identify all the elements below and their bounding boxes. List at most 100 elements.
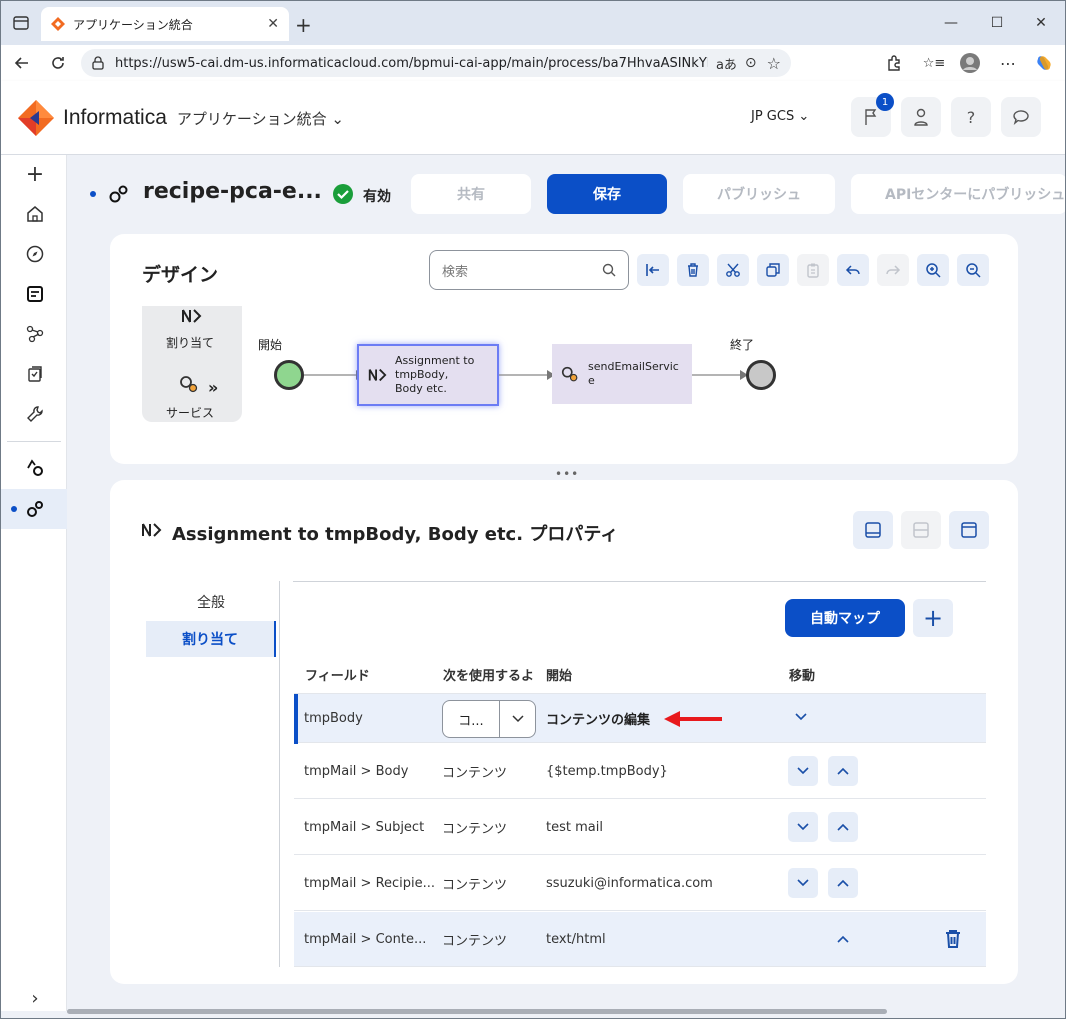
start-event[interactable] — [274, 360, 304, 390]
row-value[interactable]: text/html — [546, 912, 766, 966]
zoom-in-button[interactable] — [917, 254, 949, 286]
table-row[interactable]: tmpMail > Subject コンテンツ test mail — [294, 800, 986, 855]
move-up-button[interactable] — [828, 756, 858, 786]
assignment-step-icon — [367, 365, 387, 385]
new-tab-icon[interactable]: + — [295, 13, 312, 37]
use-select-value: コ... — [458, 713, 484, 729]
end-label: 終了 — [730, 338, 755, 352]
profile-avatar[interactable] — [957, 51, 983, 75]
undo-button[interactable] — [837, 254, 869, 286]
app-switcher[interactable]: アプリケーション統合 ⌄ — [177, 108, 344, 129]
automap-button[interactable]: 自動マップ — [785, 599, 905, 637]
dock-bottom-button[interactable] — [853, 511, 893, 549]
address-bar[interactable]: https://usw5-cai.dm-us.informaticacloud.… — [81, 49, 791, 77]
move-up-icon[interactable] — [836, 934, 850, 944]
copilot-icon[interactable] — [1031, 51, 1057, 75]
tab-assignment[interactable]: 割り当て — [146, 621, 276, 657]
refresh-icon[interactable] — [45, 51, 71, 75]
cut-button[interactable] — [717, 254, 749, 286]
explore-compass-icon[interactable] — [15, 237, 55, 271]
expand-palette-icon[interactable]: » — [208, 378, 218, 397]
search-field[interactable]: 検索 — [429, 250, 629, 290]
minimize-icon[interactable]: — — [931, 9, 971, 37]
move-up-button[interactable] — [828, 868, 858, 898]
maximize-icon[interactable]: ☐ — [977, 9, 1017, 37]
tab-general[interactable]: 全般 — [146, 586, 276, 618]
paste-button[interactable] — [797, 254, 829, 286]
move-up-button[interactable] — [828, 812, 858, 842]
more-dots-circle-icon[interactable]: ⊙ — [745, 55, 757, 71]
browser-toolbar: https://usw5-cai.dm-us.informaticacloud.… — [1, 45, 1065, 81]
data-catalog-icon[interactable] — [15, 277, 55, 311]
user-button[interactable] — [901, 97, 941, 137]
connections-icon[interactable] — [15, 317, 55, 351]
step-palette: 割り当て » サービス — [142, 306, 242, 422]
row-value[interactable]: {$temp.tmpBody} — [546, 744, 766, 798]
close-tab-icon[interactable]: ✕ — [267, 16, 279, 32]
chevron-down-icon[interactable] — [499, 701, 535, 737]
back-icon[interactable] — [9, 51, 35, 75]
process-gear-icon[interactable] — [15, 451, 55, 485]
col-field: フィールド — [305, 669, 370, 684]
extensions-icon[interactable] — [881, 51, 907, 75]
process-name[interactable]: recipe-pca-e... — [143, 179, 322, 204]
dock-split-button[interactable] — [901, 511, 941, 549]
move-down-button[interactable] — [788, 756, 818, 786]
favorites-icon[interactable]: ☆≡ — [921, 51, 947, 75]
delete-button[interactable] — [677, 254, 709, 286]
table-row[interactable]: tmpBody コ... コンテンツの編集 — [294, 693, 986, 744]
table-row[interactable]: tmpMail > Conte... コンテンツ text/html — [294, 912, 986, 967]
move-down-button[interactable] — [788, 868, 818, 898]
new-asset-icon[interactable]: + — [15, 157, 55, 191]
api-center-publish-button[interactable]: APIセンターにパブリッシュ — [851, 174, 1065, 214]
properties-title: Assignment to tmpBody, Body etc. プロパティ — [172, 524, 619, 545]
add-field-button[interactable]: + — [913, 599, 953, 637]
share-button[interactable]: 共有 — [411, 174, 531, 214]
save-button[interactable]: 保存 — [547, 174, 667, 214]
help-button[interactable]: ? — [951, 97, 991, 137]
brand-name: Informatica — [63, 106, 167, 129]
row-field: tmpMail > Body — [304, 763, 409, 779]
redo-button[interactable] — [877, 254, 909, 286]
table-row[interactable]: tmpMail > Recipie... コンテンツ ssuzuki@infor… — [294, 856, 986, 911]
row-value[interactable]: test mail — [546, 800, 766, 854]
use-select[interactable]: コ... — [442, 700, 536, 738]
end-event[interactable] — [746, 360, 776, 390]
move-down-button[interactable] — [788, 812, 818, 842]
reader-mode-icon[interactable]: aあ — [716, 54, 737, 73]
assignment-step[interactable]: Assignment to tmpBody, Body etc. — [357, 344, 499, 406]
panel-splitter-handle[interactable]: ••• — [555, 467, 579, 481]
service-step[interactable]: sendEmailService — [552, 344, 692, 404]
publish-button[interactable]: パブリッシュ — [683, 174, 835, 214]
zoom-out-button[interactable] — [957, 254, 989, 286]
dock-top-button[interactable] — [949, 511, 989, 549]
notification-badge: 1 — [876, 93, 894, 111]
close-window-icon[interactable]: ✕ — [1021, 9, 1061, 37]
window-menu-icon[interactable] — [13, 15, 29, 31]
table-row[interactable]: tmpMail > Body コンテンツ {$temp.tmpBody} — [294, 744, 986, 799]
home-icon[interactable] — [15, 197, 55, 231]
horizontal-scrollbar[interactable] — [67, 1009, 887, 1014]
assignment-icon[interactable] — [180, 306, 202, 326]
content-top-border — [293, 581, 986, 582]
connector-arrow-1 — [304, 370, 364, 380]
align-left-button[interactable] — [637, 254, 669, 286]
notifications-button[interactable]: 1 — [851, 93, 894, 137]
favorite-star-icon[interactable]: ☆ — [767, 54, 781, 73]
copy-button[interactable] — [757, 254, 789, 286]
settings-more-icon[interactable]: ⋯ — [995, 51, 1021, 75]
expand-nav-icon[interactable]: › — [15, 981, 55, 1015]
nav-item-active[interactable] — [1, 489, 67, 529]
move-down-icon[interactable] — [794, 712, 808, 722]
monitor-icon[interactable] — [15, 357, 55, 391]
wrench-icon[interactable] — [15, 397, 55, 431]
delete-row-trash-icon[interactable] — [944, 929, 962, 949]
edit-content-link[interactable]: コンテンツの編集 — [546, 694, 676, 742]
service-gear-icon[interactable] — [178, 374, 200, 394]
org-selector[interactable]: JP GCS ⌄ — [751, 109, 809, 124]
clipboard-icon — [805, 262, 821, 278]
chat-button[interactable] — [1001, 97, 1041, 137]
row-value[interactable]: ssuzuki@informatica.com — [546, 856, 766, 910]
row-use: コンテンツ — [442, 765, 508, 781]
browser-tab[interactable]: アプリケーション統合 ✕ — [41, 7, 289, 41]
